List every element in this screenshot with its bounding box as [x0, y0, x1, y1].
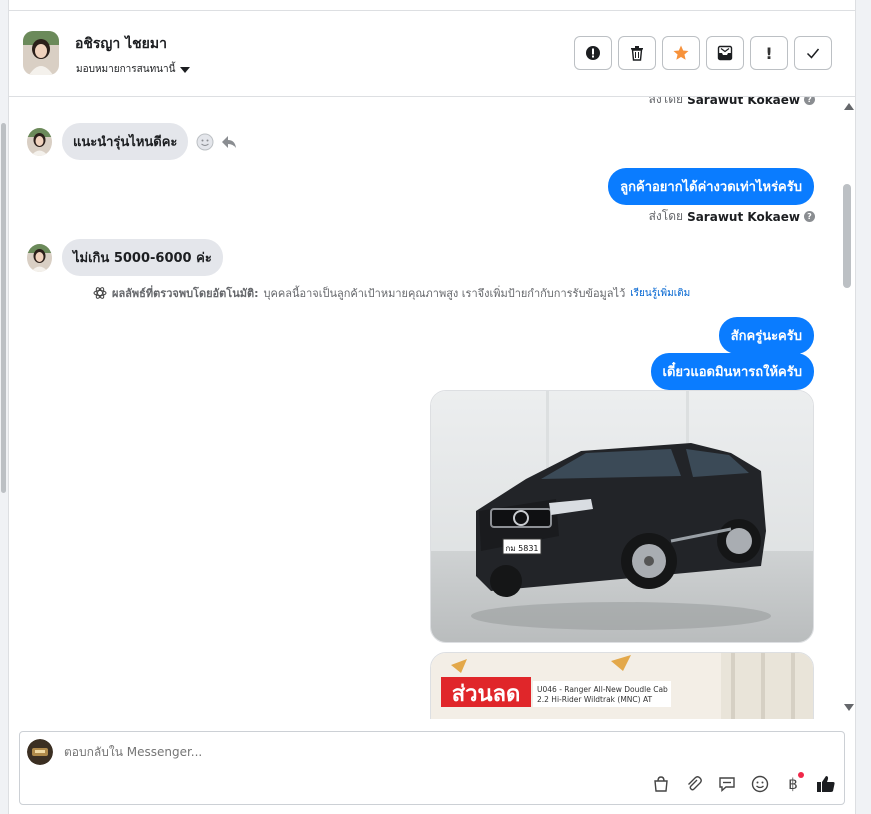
- mark-unread-button[interactable]: !: [750, 36, 788, 70]
- promo-caption-line1: U046 - Ranger All-New Doudle Cab: [537, 685, 668, 694]
- notification-dot: [798, 772, 804, 778]
- assign-conversation-dropdown[interactable]: มอบหมายการสนทนานี้: [76, 62, 191, 77]
- sender-avatar[interactable]: [27, 127, 52, 156]
- inbox-page: อชิรญา ไชยมา มอบหมายการสนทนานี้ ! ส่งโดย…: [0, 0, 871, 814]
- composer-toolbar: ฿: [651, 772, 836, 794]
- auto-detected-body: บุคคลนี้อาจเป็นลูกค้าเป้าหมายคุณภาพสูง เ…: [263, 287, 626, 300]
- incoming-message-row: แนะนำรุ่นไหนดีคะ: [27, 123, 238, 160]
- mark-spam-button[interactable]: [574, 36, 612, 70]
- archive-icon: [717, 45, 733, 61]
- sent-by-prefix: ส่งโดย: [648, 97, 684, 106]
- incoming-message[interactable]: ไม่เกิน 5000-6000 ค่ะ: [62, 239, 223, 276]
- emoji-icon: [751, 775, 769, 793]
- contact-avatar[interactable]: [23, 31, 59, 75]
- promo-caption-line2: 2.2 Hi-Rider Wildtrak (MNC) AT: [537, 695, 653, 704]
- license-plate: กม 5831: [505, 544, 538, 553]
- delete-button[interactable]: [618, 36, 656, 70]
- incoming-message-row: ไม่เกิน 5000-6000 ค่ะ: [27, 239, 223, 276]
- conversation-actions: !: [574, 36, 832, 70]
- left-panel-edge: [0, 0, 9, 814]
- mark-done-button[interactable]: [794, 36, 832, 70]
- thread-scrollbar[interactable]: [841, 97, 855, 719]
- trash-icon: [631, 46, 643, 61]
- incoming-message[interactable]: แนะนำรุ่นไหนดีคะ: [62, 123, 189, 160]
- sent-by-label: ส่งโดย Sarawut Kokaew ?: [649, 97, 815, 109]
- reply-composer: ฿: [19, 731, 845, 805]
- reply-icon[interactable]: [220, 133, 238, 151]
- message-thread[interactable]: ส่งโดย Sarawut Kokaew ? แนะนำรุ่นไหนดีคะ…: [9, 97, 855, 719]
- exclamation-icon: !: [765, 43, 773, 63]
- star-icon: [673, 45, 689, 60]
- attach-button[interactable]: [684, 774, 704, 794]
- emoji-react-icon[interactable]: [196, 133, 214, 151]
- help-icon[interactable]: ?: [804, 97, 815, 105]
- scroll-down-arrow[interactable]: [844, 704, 854, 711]
- sent-by-label: ส่งโดย Sarawut Kokaew ?: [649, 207, 815, 226]
- shopping-bag-icon: [654, 776, 668, 792]
- car-photo-attachment[interactable]: กม 5831: [430, 390, 814, 643]
- paperclip-icon: [688, 776, 702, 791]
- like-icon: [817, 776, 835, 792]
- payment-button[interactable]: ฿: [783, 772, 804, 794]
- shopping-bag-button[interactable]: [651, 774, 671, 794]
- promo-image-attachment[interactable]: ส่วนลด U046 - Ranger All-New Doudle Cab …: [430, 652, 814, 719]
- baht-icon: ฿: [788, 775, 798, 793]
- scrollbar-thumb[interactable]: [843, 184, 851, 288]
- check-icon: [806, 48, 820, 59]
- reply-input[interactable]: [64, 745, 664, 759]
- outgoing-message[interactable]: เดี๋ยวแอดมินหารถให้ครับ: [650, 353, 814, 390]
- sent-by-prefix: ส่งโดย: [648, 209, 684, 223]
- outgoing-message[interactable]: สักครู่นะครับ: [718, 317, 814, 354]
- sender-avatar[interactable]: [27, 243, 52, 272]
- left-scrollbar-thumb[interactable]: [1, 123, 6, 493]
- message-reactions: [196, 133, 238, 151]
- conversation-header: อชิรญา ไชยมา มอบหมายการสนทนานี้ !: [9, 11, 855, 97]
- auto-detected-title: ผลลัพธ์ที่ตรวจพบโดยอัตโนมัติ:: [112, 287, 259, 300]
- top-divider: [9, 0, 855, 11]
- move-to-done-button[interactable]: [706, 36, 744, 70]
- saved-reply-icon: [719, 777, 735, 793]
- star-button[interactable]: [662, 36, 700, 70]
- contact-name: อชิรญา ไชยมา: [75, 36, 167, 52]
- assign-label: มอบหมายการสนทนานี้: [76, 64, 176, 75]
- like-button[interactable]: [816, 774, 836, 794]
- agent-name: Sarawut Kokaew: [687, 209, 800, 224]
- atom-icon: [93, 287, 107, 299]
- saved-reply-button[interactable]: [717, 774, 737, 794]
- emoji-button[interactable]: [750, 774, 770, 794]
- page-avatar: [27, 739, 53, 765]
- promo-banner-text: ส่วนลด: [452, 682, 521, 707]
- scroll-up-arrow[interactable]: [844, 103, 854, 110]
- right-panel-edge: [855, 0, 871, 814]
- help-icon[interactable]: ?: [804, 211, 815, 222]
- auto-detected-note: ผลลัพธ์ที่ตรวจพบโดยอัตโนมัติ: บุคคลนี้อา…: [93, 284, 690, 302]
- agent-name: Sarawut Kokaew: [687, 97, 800, 107]
- alert-circle-icon: [586, 46, 600, 60]
- caret-down-icon: [180, 66, 191, 73]
- outgoing-message[interactable]: ลูกค้าอยากได้ค่างวดเท่าไหร่ครับ: [608, 168, 814, 205]
- learn-more-link[interactable]: เรียนรู้เพิ่มเติม: [630, 286, 690, 301]
